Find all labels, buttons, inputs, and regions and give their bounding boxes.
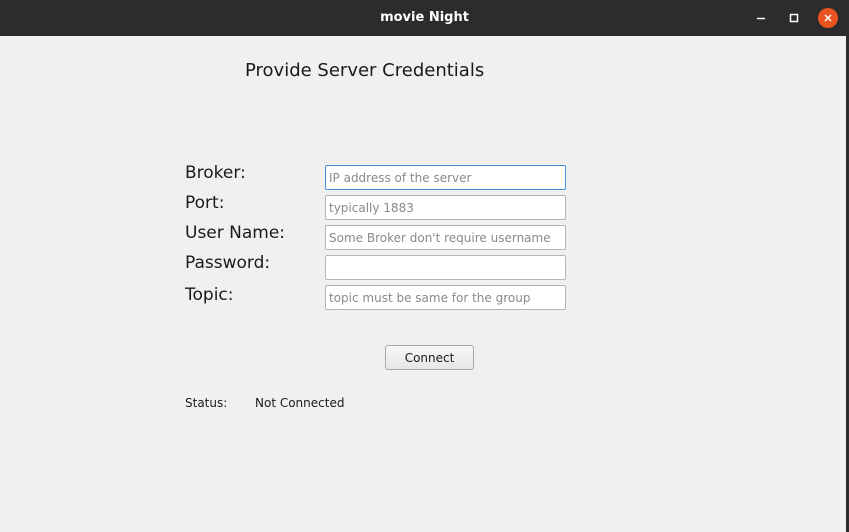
page-title: Provide Server Credentials [245,60,485,81]
maximize-icon [789,13,799,23]
port-input[interactable] [325,195,566,220]
topic-label: Topic: [185,285,234,305]
status-value: Not Connected [255,396,345,410]
username-input[interactable] [325,225,566,250]
minimize-button[interactable] [751,8,771,28]
maximize-button[interactable] [784,8,804,28]
password-label: Password: [185,253,271,273]
credentials-window [0,36,846,532]
close-icon [824,14,832,22]
minimize-icon [757,17,765,20]
broker-input[interactable] [325,165,566,190]
password-input[interactable] [325,255,566,280]
broker-label: Broker: [185,163,246,183]
connect-button[interactable]: Connect [385,345,474,370]
close-button[interactable] [818,8,838,28]
title-bar: movie Night [0,0,849,36]
port-label: Port: [185,193,225,213]
status-label: Status: [185,396,228,410]
window-title: movie Night [380,10,469,25]
username-label: User Name: [185,223,286,243]
topic-input[interactable] [325,285,566,310]
